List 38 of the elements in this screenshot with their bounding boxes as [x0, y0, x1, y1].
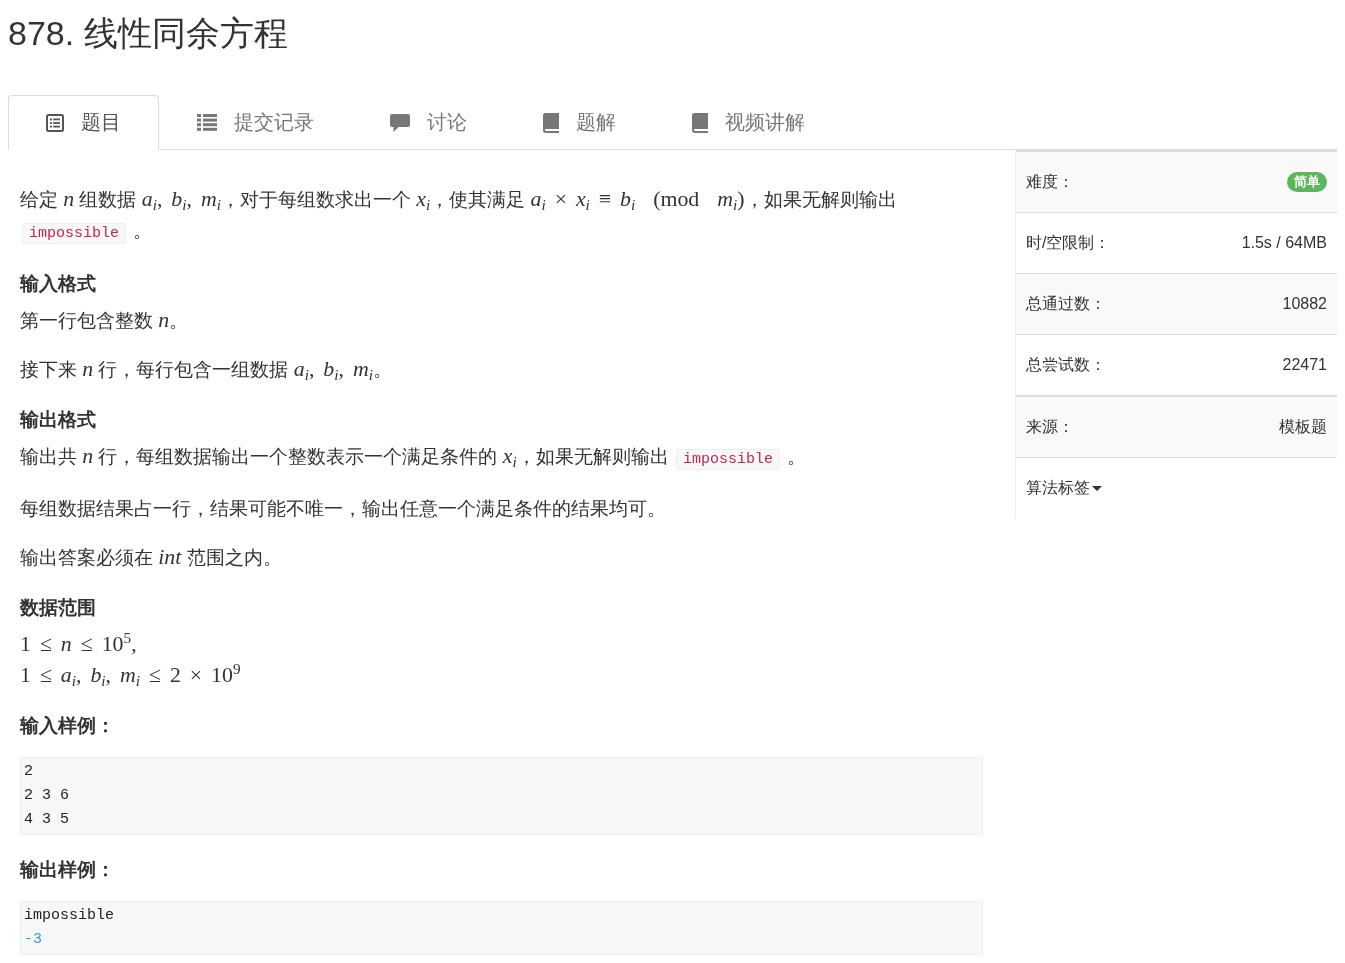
paragraph: 给定 n 组数据 a$_{i}$, b$_{i}$, m$_{i}$，对于每组数求出一个 x$_{i}$，使其满足 a$_{i}$ × x$_{i}$ ≡ b$_{i}$ (mod m$_{i}$)，如果无解则输出 impossible 。	[20, 186, 898, 246]
formula: 1 ≤ a$_{i}$, b$_{i}$, m$_{i}$ ≤ 2 × 10$^{9}$	[20, 660, 242, 691]
info-value: 10882	[1282, 295, 1327, 313]
list-icon	[197, 114, 217, 131]
tab[interactable]: 讨论	[352, 95, 505, 150]
paragraph: 输出答案必须在 int 范围之内。	[20, 544, 283, 571]
difficulty-badge: 简单	[1287, 172, 1327, 192]
info-value: 22471	[1282, 356, 1327, 374]
section-heading: 数据范围	[20, 596, 97, 620]
section-heading: 输入样例：	[20, 714, 116, 738]
sample-code-block: impossible -3	[20, 901, 983, 955]
tab[interactable]: 题解	[505, 95, 654, 150]
speech-bubble-icon	[390, 113, 410, 132]
info-label: 难度：	[1026, 171, 1074, 192]
info-label: 总尝试数：	[1026, 354, 1106, 375]
document-list-icon	[46, 113, 64, 132]
problem-title: 878. 线性同余方程	[8, 13, 289, 53]
paragraph: 第一行包含整数 n。	[20, 307, 190, 334]
section-heading: 输入格式	[20, 272, 97, 296]
info-value: 1.5s / 64MB	[1241, 234, 1327, 252]
book-icon	[692, 112, 708, 133]
sample-code-block: 2 2 3 6 4 3 5	[20, 757, 983, 835]
paragraph: 每组数据结果占一行，结果可能不唯一，输出任意一个满足条件的结果均可。	[20, 497, 667, 521]
info-value: 模板题	[1279, 416, 1327, 437]
info-label: 来源：	[1026, 416, 1074, 437]
tags-dropdown[interactable]: 算法标签	[1026, 477, 1102, 499]
paragraph: 输出共 n 行，每组数据输出一个整数表示一个满足条件的 x$_{i}$，如果无解则输出 impossible 。	[20, 443, 808, 472]
tab[interactable]: 视频讲解	[654, 95, 843, 150]
info-label: 时/空限制：	[1026, 232, 1111, 253]
section-heading: 输出样例：	[20, 858, 116, 882]
caret-icon	[1092, 485, 1102, 491]
tab[interactable]: 题目	[8, 95, 159, 150]
paragraph: 接下来 n 行，每行包含一组数据 a$_{i}$, b$_{i}$, m$_{i}$。	[20, 356, 393, 385]
info-label: 总通过数：	[1026, 293, 1106, 314]
tab[interactable]: 提交记录	[159, 95, 352, 150]
book-icon	[543, 112, 559, 133]
section-heading: 输出格式	[20, 408, 97, 432]
formula: 1 ≤ n ≤ 10$^{5}$,	[20, 629, 138, 658]
